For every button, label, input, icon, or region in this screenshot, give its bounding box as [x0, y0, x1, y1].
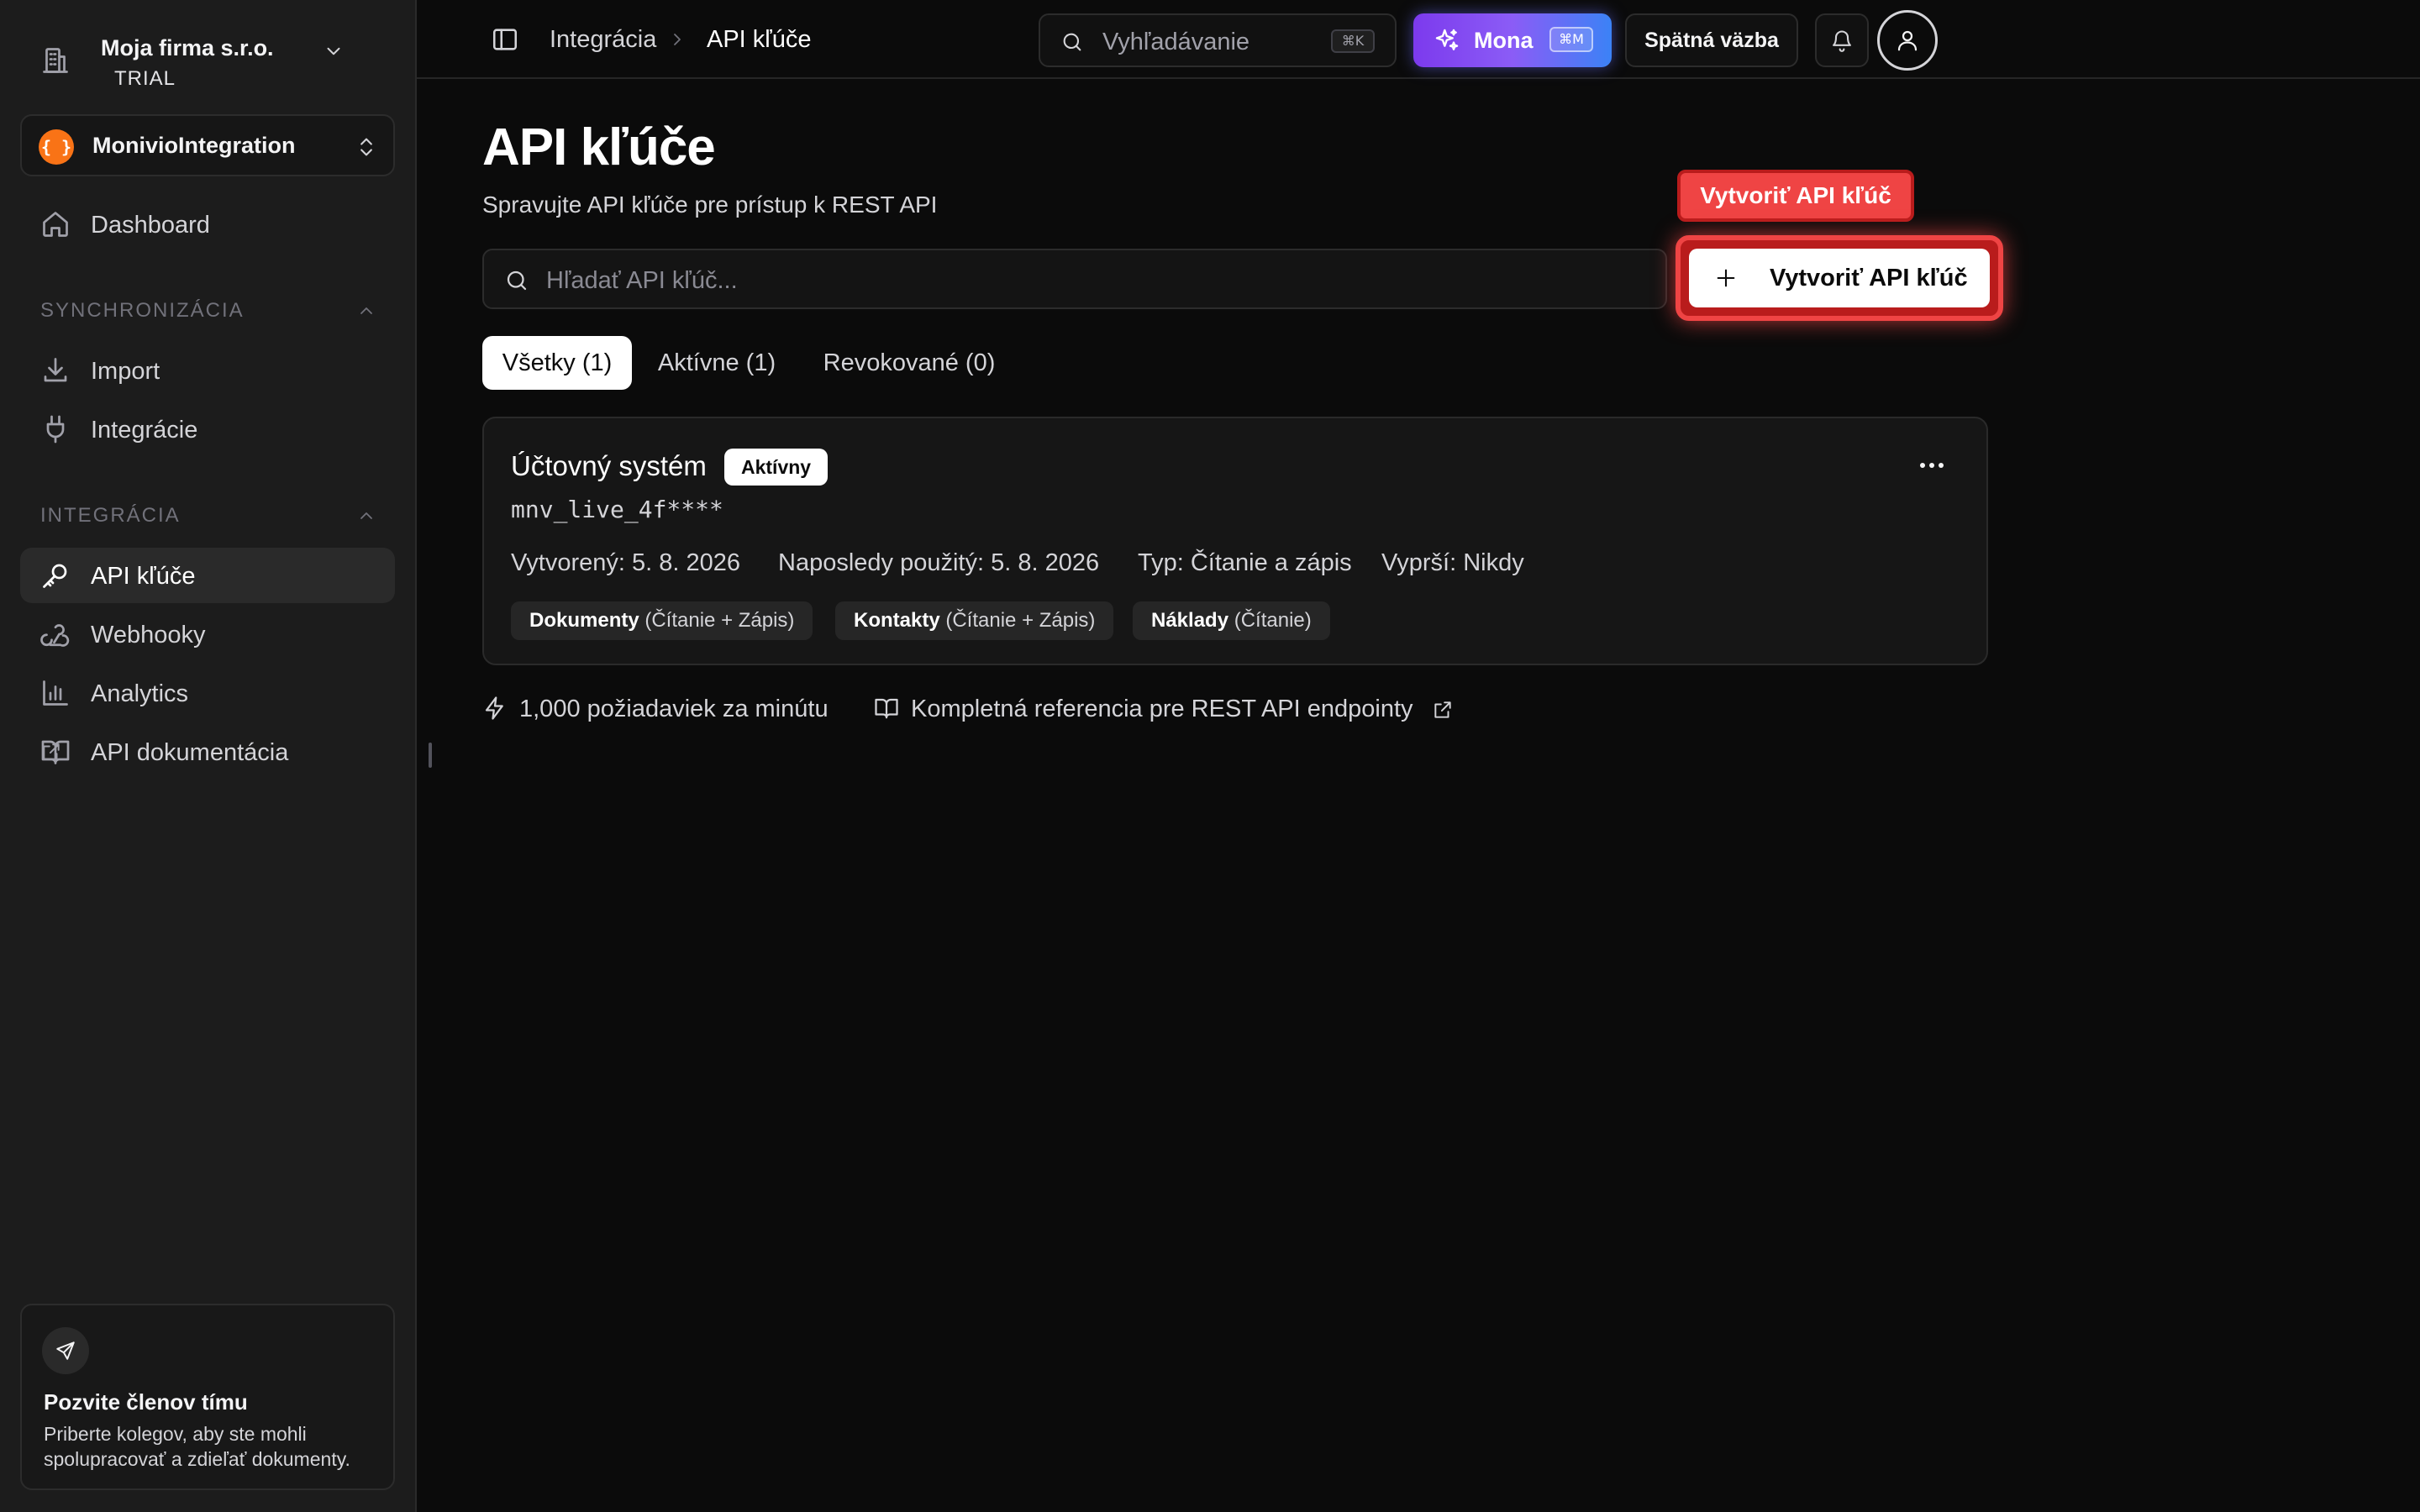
search-placeholder: Vyhľadávanie — [1102, 29, 1250, 55]
download-icon — [40, 355, 71, 386]
tab-revoked[interactable]: Revokované (0) — [805, 336, 1013, 390]
section-synchronizacia[interactable]: SYNCHRONIZÁCIA — [40, 296, 376, 326]
tab-all[interactable]: Všetky (1) — [482, 336, 632, 390]
api-docs-link[interactable]: Kompletná referencia pre REST API endpoi… — [874, 692, 1462, 726]
invite-description: Priberte kolegov, aby ste mohli spolupra… — [44, 1423, 350, 1470]
breadcrumb-current: API kľúče — [707, 26, 812, 53]
expiry: Vyprší: Nikdy — [1381, 549, 1524, 576]
api-key-card: Účtovný systém Aktívny mnv_live_4f**** V… — [482, 417, 1988, 665]
sidebar-item-integracie[interactable]: Integrácie — [20, 402, 395, 457]
create-key-tooltip: Vytvoriť API kľúč — [1677, 170, 1914, 222]
chevron-right-icon — [667, 29, 687, 50]
search-placeholder: Hľadať API kľúč... — [546, 267, 738, 294]
sidebar-item-label: Import — [91, 358, 160, 385]
company-name: Moja firma s.r.o. — [101, 35, 274, 60]
chevrons-up-down-icon — [355, 134, 378, 160]
sparkles-icon — [1434, 27, 1460, 54]
chevron-up-icon — [356, 301, 376, 321]
sidebar-item-label: Integrácie — [91, 417, 198, 444]
api-key-value: mnv_live_4f**** — [511, 496, 723, 523]
status-badge: Aktívny — [724, 449, 829, 486]
rate-limit-info: 1,000 požiadaviek za minútu — [482, 692, 844, 726]
sidebar: Moja firma s.r.o. TRIAL { } MonivioInteg… — [0, 0, 417, 1512]
scope-access: (Čítanie + Zápis) — [644, 609, 795, 632]
sidebar-item-label: API dokumentácia — [91, 739, 289, 766]
sidebar-item-label: Dashboard — [91, 212, 210, 239]
scope-access: (Čítanie + Zápis) — [945, 609, 1096, 632]
user-icon[interactable] — [1877, 10, 1938, 71]
section-integracia[interactable]: INTEGRÁCIA — [40, 501, 376, 531]
search-shortcut: ⌘K — [1331, 29, 1375, 53]
key-icon — [40, 560, 71, 591]
section-title: INTEGRÁCIA — [40, 504, 181, 527]
scope-chip: Dokumenty (Čítanie + Zápis) — [511, 601, 813, 640]
last-used-date: Naposledy použitý: 5. 8. 2026 — [778, 549, 1100, 576]
api-docs-link-text: Kompletná referencia pre REST API endpoi… — [911, 696, 1413, 722]
topbar: Integrácia API kľúče Vyhľadávanie ⌘K Mon… — [417, 0, 2420, 79]
chevron-down-icon — [323, 40, 345, 62]
organization-name: MonivioIntegration — [92, 133, 296, 158]
rate-limit-text: 1,000 požiadaviek za minútu — [519, 696, 829, 722]
sidebar-item-analytics[interactable]: Analytics — [20, 665, 395, 721]
search-icon — [1060, 30, 1084, 54]
search-icon — [504, 268, 529, 293]
external-link-icon — [1432, 699, 1454, 721]
api-key-name: Účtovný systém — [511, 450, 707, 481]
invite-title: Pozvite členov tímu — [44, 1389, 248, 1415]
more-horizontal-icon[interactable] — [1918, 457, 1946, 474]
bar-chart-icon — [40, 678, 71, 708]
plan-badge: TRIAL — [114, 67, 176, 90]
bell-icon[interactable] — [1815, 13, 1869, 67]
plug-icon — [40, 414, 71, 444]
create-button-label: Vytvoriť API kľúč — [1770, 265, 1968, 291]
api-key-search-input[interactable]: Hľadať API kľúč... — [482, 249, 1667, 309]
sidebar-resize-handle[interactable] — [429, 743, 432, 768]
invite-team-card[interactable]: Pozvite členov tímu Priberte kolegov, ab… — [20, 1304, 395, 1490]
sidebar-item-api-docs[interactable]: API dokumentácia — [20, 724, 395, 780]
scope-name: Dokumenty — [529, 609, 639, 632]
assistant-button[interactable]: Mona ⌘M — [1413, 13, 1612, 67]
created-date: Vytvorený: 5. 8. 2026 — [511, 549, 740, 576]
sidebar-item-label: Webhooky — [91, 622, 206, 648]
home-icon — [40, 209, 71, 239]
sidebar-item-api-keys[interactable]: API kľúče — [20, 548, 395, 603]
scope-chip: Kontakty (Čítanie + Zápis) — [835, 601, 1114, 640]
webhook-icon — [40, 619, 71, 649]
page-subtitle: Spravujte API kľúče pre prístup k REST A… — [482, 192, 938, 218]
zap-icon — [482, 696, 508, 721]
sidebar-item-import[interactable]: Import — [20, 343, 395, 398]
send-icon — [42, 1327, 89, 1374]
key-type: Typ: Čítanie a zápis — [1138, 549, 1352, 576]
sidebar-item-label: Analytics — [91, 680, 189, 707]
scope-name: Náklady — [1151, 609, 1229, 632]
chevron-up-icon — [356, 506, 376, 526]
section-title: SYNCHRONIZÁCIA — [40, 299, 245, 322]
organization-logo: { } — [39, 129, 74, 165]
sidebar-item-label: API kľúče — [91, 563, 196, 590]
plus-icon — [1714, 266, 1738, 290]
scope-chip: Náklady (Čítanie) — [1133, 601, 1330, 640]
feedback-button[interactable]: Spätná väzba — [1625, 13, 1798, 67]
create-api-key-button[interactable]: Vytvoriť API kľúč — [1689, 249, 1990, 307]
building-icon — [40, 45, 71, 76]
sidebar-toggle-icon[interactable] — [491, 25, 519, 54]
breadcrumb-integracia[interactable]: Integrácia — [550, 26, 656, 54]
external-link-icon — [40, 741, 62, 763]
sidebar-item-webhooky[interactable]: Webhooky — [20, 606, 395, 662]
company-switcher[interactable]: Moja firma s.r.o. TRIAL — [40, 24, 393, 94]
sidebar-item-dashboard[interactable]: Dashboard — [20, 197, 395, 252]
scope-access: (Čítanie) — [1234, 609, 1312, 632]
assistant-shortcut: ⌘M — [1549, 27, 1593, 52]
scope-name: Kontakty — [854, 609, 940, 632]
global-search[interactable]: Vyhľadávanie ⌘K — [1039, 13, 1397, 67]
book-open-icon — [874, 696, 899, 721]
page-title: API kľúče — [482, 118, 716, 176]
tab-active[interactable]: Aktívne (1) — [644, 336, 790, 390]
organization-switcher[interactable]: { } MonivioIntegration — [20, 114, 395, 176]
assistant-label: Mona — [1474, 28, 1534, 53]
